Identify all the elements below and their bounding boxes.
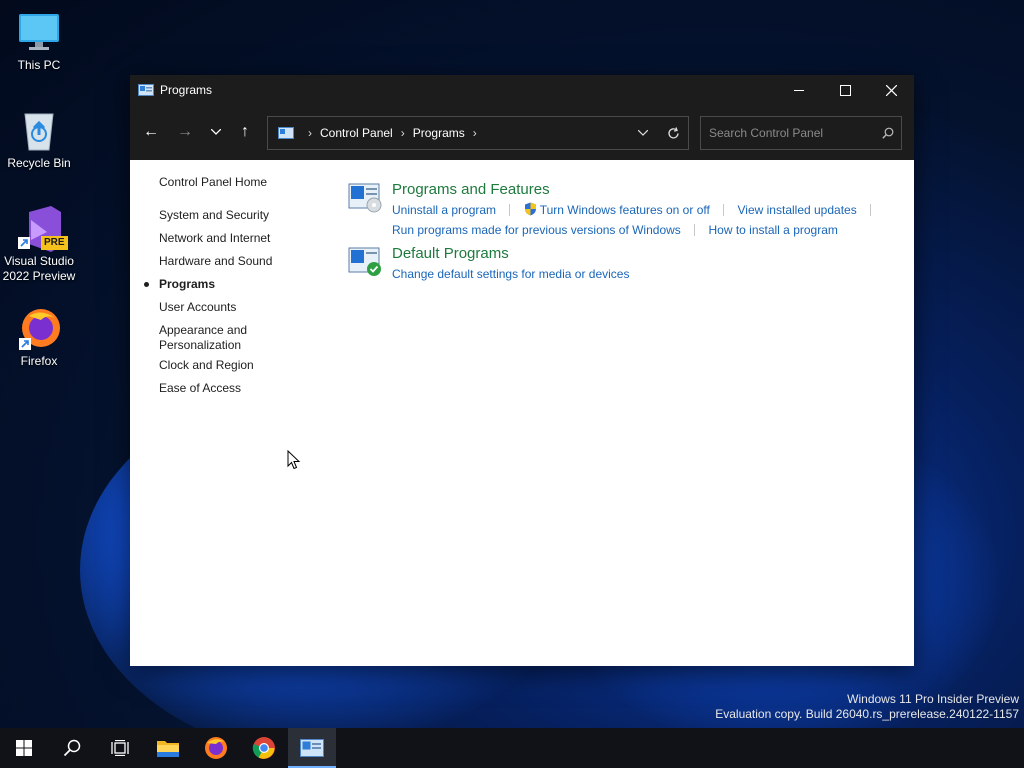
firefox-icon (205, 737, 227, 759)
taskbar-file-explorer[interactable] (144, 728, 192, 768)
file-explorer-icon (157, 741, 179, 757)
minimize-button[interactable] (776, 75, 822, 105)
nav-programs[interactable]: Programs (143, 277, 272, 300)
address-history-button[interactable] (628, 130, 658, 136)
chrome-icon (252, 737, 275, 759)
breadcrumb-separator[interactable]: › (308, 126, 312, 140)
nav-network-and-internet[interactable]: Network and Internet (159, 231, 272, 254)
desktop-icon-label: This PC (17, 58, 61, 72)
taskbar-chrome[interactable] (240, 728, 288, 768)
breadcrumb-control-panel[interactable]: Control Panel (320, 126, 393, 140)
navigation-toolbar: ← → ↑ › Control Panel › Programs › (130, 105, 914, 160)
taskbar (0, 728, 1024, 768)
taskbar-firefox[interactable] (192, 728, 240, 768)
recent-locations-button[interactable] (201, 117, 231, 147)
desktop-icon-label: Visual Studio 2022 Preview (2, 254, 76, 283)
link-windows-features[interactable]: Turn Windows features on or off (540, 203, 710, 217)
mouse-pointer-icon (287, 449, 301, 475)
chevron-down-icon (211, 129, 221, 135)
desktop-icon-firefox[interactable]: Firefox (0, 306, 78, 369)
start-icon (16, 740, 32, 756)
arrow-up-icon: ↑ (241, 123, 249, 140)
title-bar[interactable]: Programs (130, 75, 914, 105)
left-navigation: Control Panel Home System and Security N… (143, 175, 272, 404)
search-input[interactable] (701, 125, 875, 141)
start-button[interactable] (0, 728, 48, 768)
uac-shield-icon (524, 202, 537, 221)
task-view-button[interactable] (96, 728, 144, 768)
link-uninstall-program[interactable]: Uninstall a program (392, 203, 496, 217)
close-button[interactable] (868, 75, 914, 105)
section-title[interactable]: Programs and Features (392, 181, 881, 199)
control-panel-icon (138, 82, 154, 98)
desktop-icon-label: Firefox (20, 354, 58, 368)
nav-system-and-security[interactable]: System and Security (159, 208, 272, 231)
visual-studio-icon: PRE (17, 206, 68, 252)
forward-button[interactable]: → (170, 117, 200, 147)
nav-hardware-and-sound[interactable]: Hardware and Sound (159, 254, 272, 277)
watermark-line1: Windows 11 Pro Insider Preview (847, 692, 1019, 706)
link-run-older-programs[interactable]: Run programs made for previous versions … (392, 223, 681, 237)
preview-badge: PRE (41, 236, 68, 250)
link-how-to-install[interactable]: How to install a program (708, 223, 837, 237)
link-view-installed-updates[interactable]: View installed updates (738, 203, 857, 217)
window-title: Programs (160, 83, 213, 97)
desktop-icon-visual-studio[interactable]: PRE Visual Studio 2022 Preview (0, 206, 78, 284)
desktop-icon-recycle-bin[interactable]: Recycle Bin (0, 108, 78, 171)
taskbar-search-button[interactable] (48, 728, 96, 768)
link-change-default-settings[interactable]: Change default settings for media or dev… (392, 267, 629, 281)
maximize-button[interactable] (822, 75, 868, 105)
search-box (700, 116, 902, 150)
evaluation-watermark: Windows 11 Pro Insider Preview Evaluatio… (715, 692, 1019, 722)
address-bar[interactable]: › Control Panel › Programs › (267, 116, 689, 150)
link-divider (870, 204, 872, 216)
programs-window: Programs ← → ↑ › Control Panel › Program… (130, 75, 914, 666)
nav-appearance-and-personalization[interactable]: Appearance and Personalization (159, 323, 272, 358)
breadcrumb-separator[interactable]: › (473, 126, 477, 140)
task-view-icon (111, 740, 129, 756)
taskbar-control-panel[interactable] (288, 728, 336, 768)
section-title[interactable]: Default Programs (392, 245, 629, 263)
content-area: Control Panel Home System and Security N… (130, 160, 914, 666)
arrow-left-icon: ← (143, 123, 159, 140)
nav-control-panel-home[interactable]: Control Panel Home (159, 175, 272, 198)
search-icon[interactable] (875, 127, 901, 139)
programs-and-features-icon[interactable] (348, 183, 382, 213)
breadcrumb-separator[interactable]: › (401, 126, 405, 140)
search-icon (63, 739, 81, 757)
refresh-button[interactable] (658, 126, 688, 140)
nav-user-accounts[interactable]: User Accounts (159, 300, 272, 323)
link-divider (509, 204, 511, 216)
chevron-down-icon (638, 130, 648, 136)
default-programs-icon[interactable] (348, 247, 382, 277)
nav-label-line1: Appearance and (159, 323, 248, 337)
desktop-icon-label: Recycle Bin (7, 156, 71, 170)
up-button[interactable]: ↑ (230, 117, 260, 147)
control-panel-icon (300, 739, 324, 757)
watermark-line2: Evaluation copy. Build 26040.rs_prerelea… (715, 707, 1019, 721)
nav-label-line2: Personalization (159, 338, 242, 352)
desktop-icon-this-pc[interactable]: This PC (0, 10, 78, 73)
arrow-right-icon: → (177, 123, 193, 140)
nav-ease-of-access[interactable]: Ease of Access (159, 381, 272, 404)
back-button[interactable]: ← (136, 117, 166, 147)
nav-clock-and-region[interactable]: Clock and Region (159, 358, 272, 381)
section-links: Uninstall a program Turn Windows feature… (392, 201, 881, 239)
firefox-icon (17, 306, 61, 350)
link-divider (694, 224, 696, 236)
breadcrumb-programs[interactable]: Programs (413, 126, 465, 140)
section-links: Change default settings for media or dev… (392, 265, 629, 283)
control-panel-icon (278, 126, 294, 140)
refresh-icon (667, 126, 679, 138)
recycle-bin-icon (17, 108, 61, 152)
monitor-icon (17, 10, 61, 54)
link-divider (723, 204, 725, 216)
